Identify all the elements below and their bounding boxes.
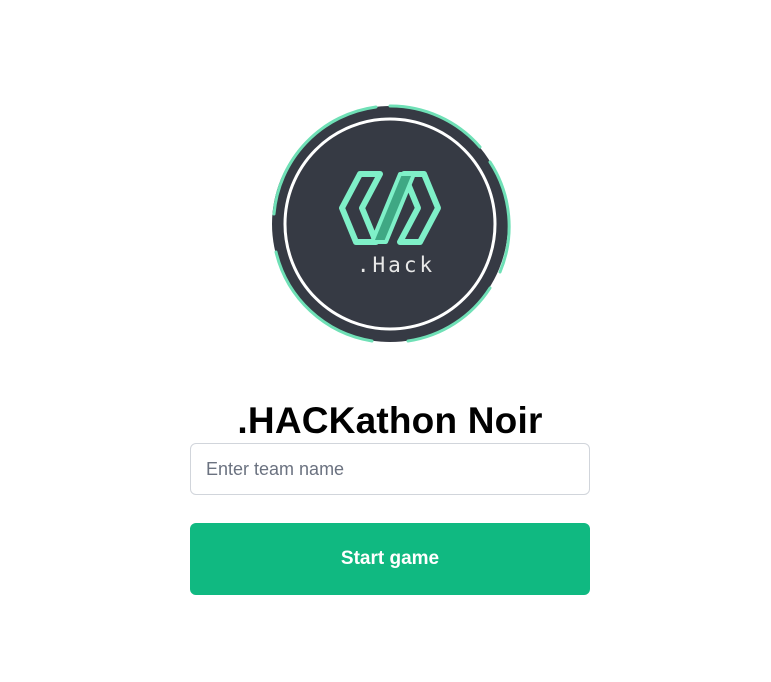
hack-logo: .Hack [268, 102, 512, 346]
page-title: .HACKathon Noir [237, 399, 543, 441]
logo-text: .Hack [357, 253, 435, 277]
hack-logo-image: .Hack [272, 104, 511, 343]
start-game-button[interactable]: Start game [190, 523, 590, 595]
login-screen: .Hack .HACKathon Noir Start game [0, 0, 771, 682]
team-name-input[interactable] [190, 443, 590, 495]
